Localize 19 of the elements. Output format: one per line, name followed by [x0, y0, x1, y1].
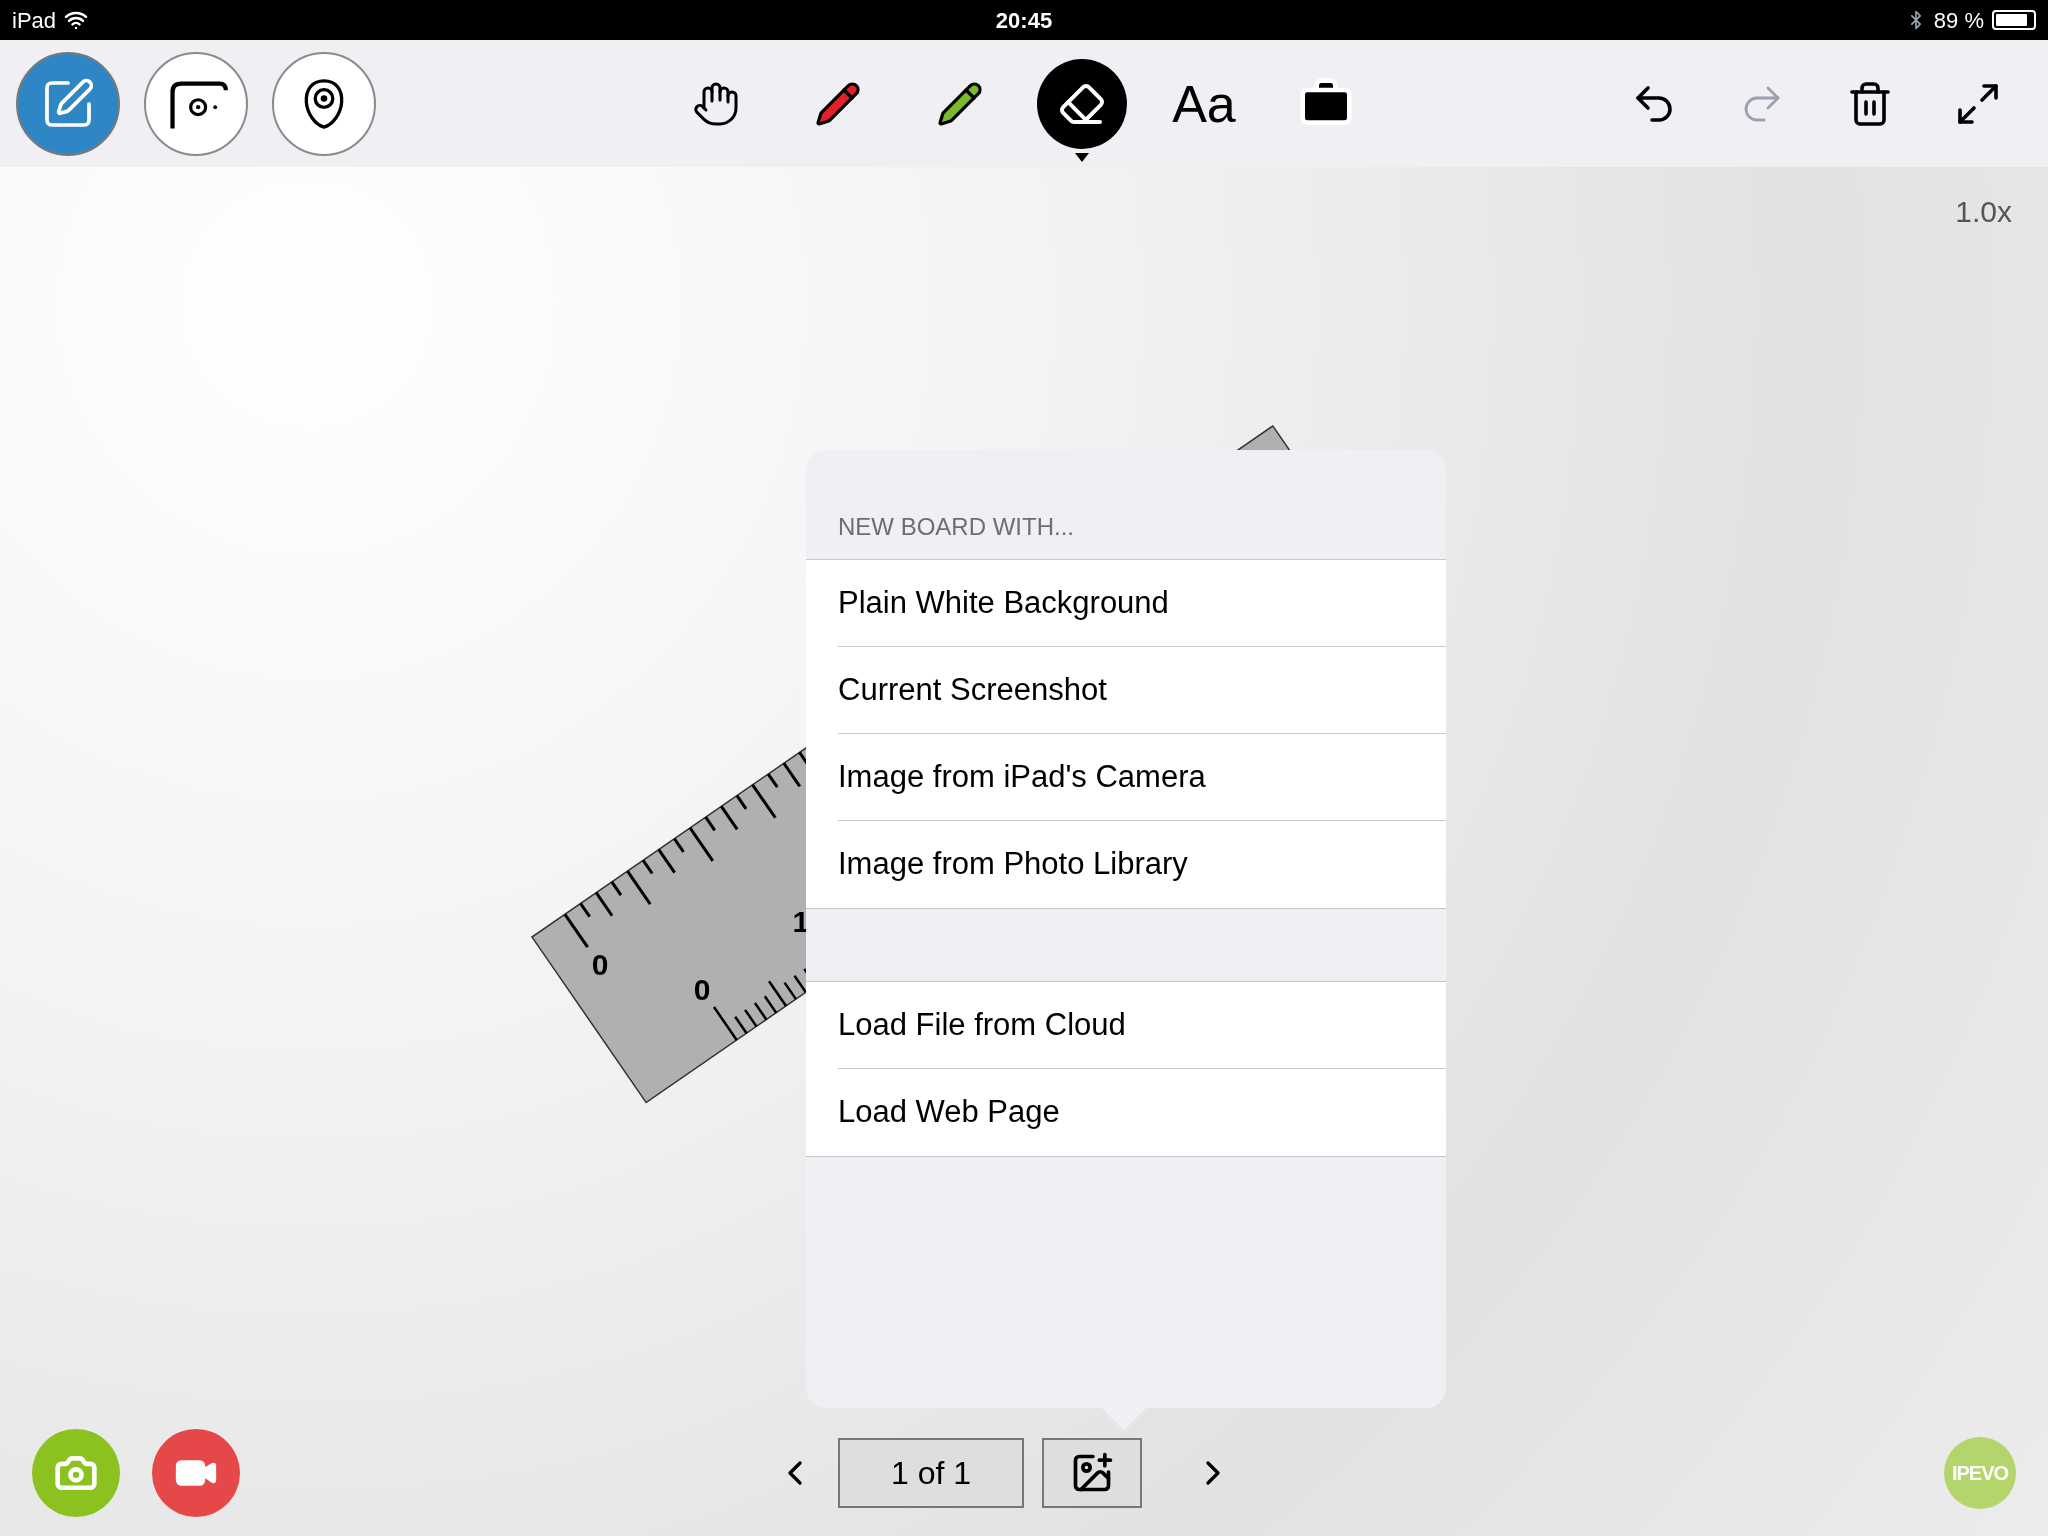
menu-item[interactable]: Load File from Cloud [838, 982, 1446, 1069]
page-indicator: 1 of 1 [838, 1438, 1024, 1508]
new-board-button[interactable] [1042, 1438, 1142, 1508]
brand-badge: IPEVO [1944, 1437, 2016, 1509]
battery-icon [1992, 10, 2036, 30]
battery-percent: 89 % [1933, 6, 1984, 35]
ruler-label: 1 [792, 904, 810, 938]
menu-item[interactable]: Plain White Background [838, 560, 1446, 647]
menu-item[interactable]: Image from Photo Library [838, 821, 1446, 908]
text-tool-button[interactable]: Aa [1159, 58, 1249, 149]
clock: 20:45 [995, 6, 1053, 35]
ruler-label: 0 [591, 948, 609, 982]
menu-item[interactable]: Load Web Page [838, 1069, 1446, 1156]
menu-heading: NEW BOARD WITH... [838, 512, 1074, 542]
device-name: iPad [12, 6, 57, 35]
zoom-level: 1.0x [1955, 194, 2012, 230]
ruler-label: 0 [693, 972, 711, 1006]
menu-item[interactable]: Image from iPad's Camera [838, 734, 1446, 821]
menu-item[interactable]: Current Screenshot [838, 647, 1446, 734]
